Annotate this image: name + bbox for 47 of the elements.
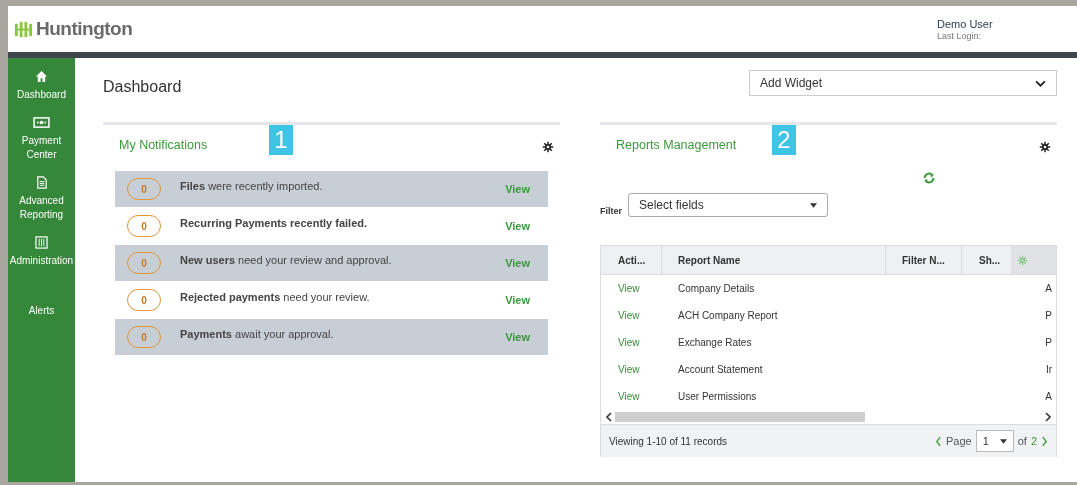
callout-number: 1	[269, 125, 293, 155]
sidebar-item[interactable]: Payment Center	[8, 114, 75, 164]
table-cell-text: User Permissions	[677, 391, 758, 402]
table-cell-text: A	[1044, 391, 1053, 402]
last-login-label: Last Login:	[937, 30, 982, 41]
page-label: Page	[946, 435, 972, 447]
column-header[interactable]: Filter N...	[886, 246, 962, 274]
page-of-label: of	[1017, 435, 1027, 447]
bank-logo: Huntington	[14, 18, 133, 40]
record-count: Viewing 1-10 of 11 records	[609, 435, 728, 447]
column-header[interactable]: Acti...	[601, 246, 662, 274]
table-cell-text: Exchange Rates	[677, 337, 753, 348]
add-widget-dropdown[interactable]: Add Widget	[749, 70, 1057, 96]
notification-text: New users need your review and approval.	[180, 254, 393, 266]
sidebar-item[interactable]: Dashboard	[8, 68, 75, 104]
view-link[interactable]: View	[601, 337, 662, 348]
column-header[interactable]: Sh...	[962, 246, 1011, 274]
last-page-link[interactable]: 2	[1030, 435, 1037, 447]
filter-dropdown[interactable]: Select fields	[628, 193, 828, 217]
table-cell-text: P	[1044, 337, 1053, 348]
widget-title: My Notifications	[119, 138, 208, 152]
notification-text: Payments await your approval.	[180, 328, 335, 340]
column-header[interactable]: Report Name	[662, 246, 886, 274]
view-link[interactable]: View	[601, 310, 662, 321]
table-cell-text: Company Details	[677, 283, 756, 294]
page-select[interactable]: 1	[975, 430, 1014, 452]
user-name[interactable]: Demo User	[937, 17, 993, 30]
sidebar-item[interactable]: Advanced Reporting	[8, 174, 75, 224]
notification-text: Rejected payments need your review.	[180, 291, 371, 303]
notification-text: Files were recently imported.	[180, 180, 324, 192]
sidebar-item[interactable]: Alerts	[8, 302, 75, 320]
view-link[interactable]: View	[505, 294, 530, 306]
notification-text: Recurring Payments recently failed.	[180, 217, 369, 229]
callout-number: 2	[772, 125, 796, 155]
table-cell-text: P	[1044, 310, 1053, 321]
table-cell-text: Ir	[1044, 364, 1053, 375]
widget-title: Reports Management	[616, 138, 737, 152]
table-cell-text: A	[1044, 283, 1053, 294]
view-link[interactable]: View	[601, 283, 662, 294]
filter-label: Filter	[600, 206, 622, 216]
sidebar-item[interactable]: Administration	[8, 234, 75, 270]
view-link[interactable]: View	[601, 364, 662, 375]
view-link[interactable]: View	[601, 391, 662, 402]
table-cell-text: Account Statement	[677, 364, 764, 375]
table-cell-text: ACH Company Report	[677, 310, 779, 321]
view-link[interactable]: View	[505, 220, 530, 232]
page-title: Dashboard	[103, 78, 182, 96]
